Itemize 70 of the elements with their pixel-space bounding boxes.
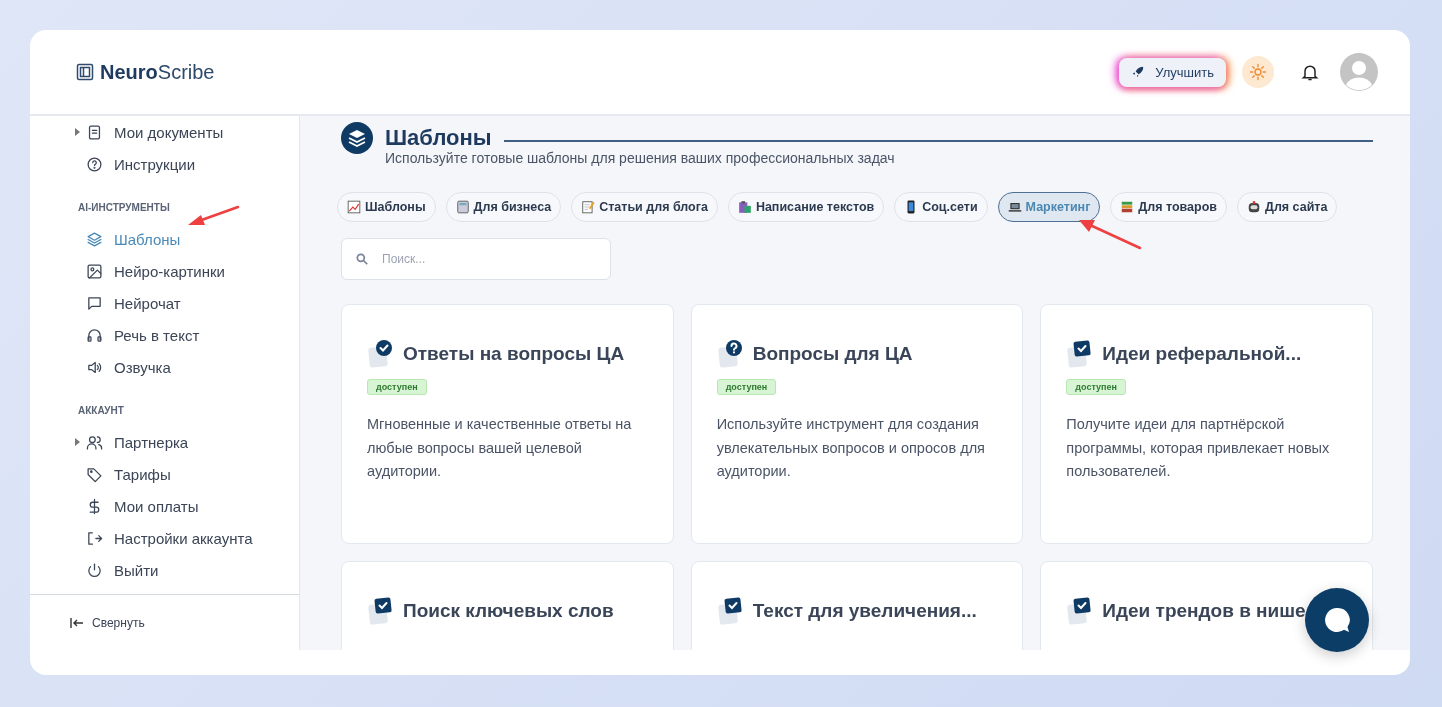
- sidebar-item[interactable]: Речь в текст: [74, 319, 299, 351]
- collapse-icon: [70, 616, 84, 629]
- card-title: Текст для увеличения...: [752, 600, 977, 622]
- chart-icon: [347, 200, 361, 214]
- power-icon: [86, 561, 103, 579]
- category-chip[interactable]: Для товаров: [1110, 192, 1227, 222]
- sidebar-item[interactable]: Нейро-картинки: [74, 255, 299, 287]
- section-label: АККАУНТ: [78, 405, 125, 416]
- template-card[interactable]: Текст для увеличения...: [690, 561, 1024, 650]
- sidebar-item[interactable]: Тарифы: [74, 458, 299, 490]
- notepad-icon: [581, 200, 596, 214]
- sidebar-item[interactable]: Мои документы: [74, 116, 299, 148]
- sidebar-item[interactable]: Шаблоны: [74, 223, 299, 255]
- sidebar-item[interactable]: Настройки аккаунта: [74, 522, 299, 554]
- clipboard-icon: [737, 200, 752, 214]
- search-field[interactable]: Поиск...: [341, 238, 611, 280]
- category-chip[interactable]: Шаблоны: [337, 192, 436, 222]
- sun-icon: [1249, 63, 1267, 81]
- page-subtitle: Используйте готовые шаблоны для решения ваших профессиональных задач: [385, 150, 896, 166]
- help-icon: [86, 155, 103, 173]
- theme-toggle[interactable]: [1242, 56, 1274, 88]
- sidebar-item[interactable]: Мои оплаты: [74, 490, 299, 522]
- upgrade-button[interactable]: Улучшить: [1119, 57, 1226, 87]
- status-badge: доступен: [367, 379, 427, 395]
- books-icon: [1120, 200, 1135, 214]
- card-description: Используйте инструмент для создания увлекательных вопросов и опросов для аудитории.: [716, 415, 986, 481]
- template-card[interactable]: Поиск ключевых слов: [341, 561, 674, 650]
- layers-icon: [341, 122, 373, 154]
- users-icon: [86, 433, 103, 451]
- app-logo[interactable]: NeuroScribe: [100, 60, 215, 84]
- sidebar-item[interactable]: Инструкции: [74, 148, 299, 180]
- status-badge: доступен: [1066, 379, 1126, 395]
- template-card[interactable]: Вопросы для ЦА доступен Используйте инструмент для создания увлекательных вопросов и опросов для аудитории.: [690, 304, 1024, 544]
- document-icon: [86, 123, 103, 141]
- card-title: Поиск ключевых слов: [403, 600, 614, 622]
- template-card[interactable]: Идеи реферальной... доступен Получите идеи для партнёрской программы, которая привлекает новых пользователей.: [1040, 304, 1373, 544]
- collapse-link[interactable]: Свернуть: [92, 615, 145, 630]
- category-chip[interactable]: Для бизнеса: [445, 192, 562, 222]
- card-title: Вопросы для ЦА: [752, 343, 913, 365]
- card-title: Идеи трендов в нише: [1102, 600, 1306, 622]
- page-title: Шаблоны: [385, 125, 492, 151]
- category-chip[interactable]: Соц.сети: [894, 192, 988, 222]
- sidebar-item[interactable]: Партнерка: [74, 426, 299, 458]
- sidebar-item[interactable]: Нейрочат: [74, 287, 299, 319]
- rocket-icon: [1131, 65, 1146, 79]
- card-title: Идеи реферальной...: [1102, 343, 1302, 365]
- tag-icon: [86, 465, 103, 483]
- category-chip[interactable]: Для сайта: [1237, 192, 1338, 222]
- category-chip[interactable]: Написание текстов: [727, 192, 885, 222]
- section-label: AI-ИНСТРУМЕНТЫ: [78, 202, 171, 213]
- card-title: Ответы на вопросы ЦА: [403, 343, 625, 365]
- category-chip[interactable]: Статьи для блога: [571, 192, 718, 222]
- logout-icon: [86, 529, 103, 547]
- headphones-icon: [86, 326, 103, 344]
- newspaper-icon: [455, 200, 470, 214]
- annotation-arrow: [1076, 217, 1144, 252]
- logo-icon: [76, 63, 94, 81]
- status-badge: доступен: [716, 379, 777, 395]
- card-description: Мгновенные и качественные ответы на любые вопросы вашей целевой аудитории.: [367, 415, 633, 481]
- laptop-icon: [1007, 200, 1022, 214]
- card-description: Получите идеи для партнёрской программы, которая привлекает новых пользователей.: [1066, 415, 1331, 481]
- sidebar-item[interactable]: Выйти: [74, 554, 299, 586]
- sidebar-item[interactable]: Озвучка: [74, 351, 299, 383]
- image-icon: [86, 262, 103, 280]
- chat-bubble-icon: [1323, 606, 1351, 634]
- chat-icon: [86, 294, 103, 312]
- robot-icon: [1247, 200, 1261, 214]
- template-card[interactable]: Ответы на вопросы ЦА доступен Мгновенные и качественные ответы на любые вопросы вашей целевой аудитории.: [341, 304, 674, 544]
- template-card[interactable]: Идеи трендов в нише: [1040, 561, 1373, 650]
- layers-icon: [86, 230, 103, 248]
